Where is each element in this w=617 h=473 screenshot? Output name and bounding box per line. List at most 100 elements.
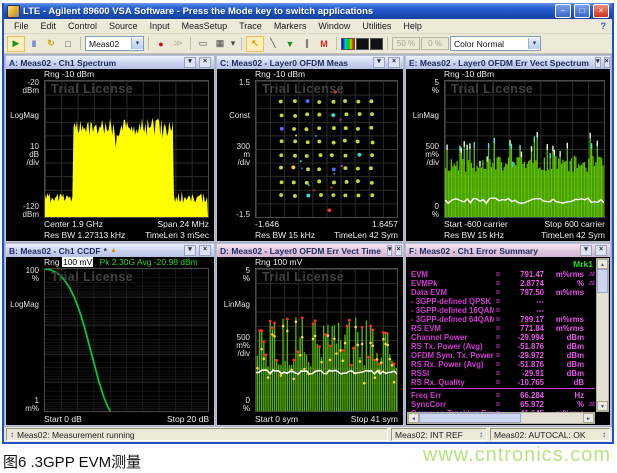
panel-e-titlebar[interactable]: E: Meas02 - Layer0 OFDM Err Vect Spectru… <box>406 56 610 69</box>
error-summary-row: Data EVM = 797.50 m%rms <box>411 288 595 297</box>
pin-icon[interactable]: ▾ <box>184 245 196 256</box>
threshold-field[interactable]: 0 % <box>421 37 449 50</box>
scrollbar-thumb[interactable] <box>419 413 521 423</box>
menu-item[interactable]: File <box>8 21 35 31</box>
marker-triangle-icon[interactable]: ▼ <box>282 37 298 51</box>
ccdf-plot[interactable]: Trial License <box>44 268 209 412</box>
metric-value: -29.994 <box>502 333 544 342</box>
panel-d-titlebar[interactable]: D: Meas02 - Layer0 OFDM Err Vect Time ▾ … <box>217 244 403 257</box>
measurement-status[interactable]: ↕ Meas02: Measurement running <box>6 428 388 441</box>
err-vect-spectrum-plot[interactable]: Trial License <box>444 80 605 218</box>
menu-item[interactable]: Input <box>144 21 176 31</box>
horizontal-scrollbar[interactable]: ◄ ► <box>407 412 595 424</box>
scroll-up-icon[interactable]: ▲ <box>597 259 608 269</box>
panel-c-constellation[interactable]: C: Meas02 - Layer0 OFDM Meas ▾ × Rng -10… <box>216 55 404 242</box>
close-icon[interactable]: × <box>199 57 211 68</box>
scroll-down-icon[interactable]: ▼ <box>597 401 608 411</box>
pin-icon[interactable]: ▾ <box>580 245 592 256</box>
pin-icon[interactable]: ▾ <box>184 57 196 68</box>
title-bar[interactable]: LTE - Agilent 89600 VSA Software - Press… <box>4 3 612 19</box>
metric-value: -51.876 <box>502 342 544 351</box>
panel-a-spectrum[interactable]: A: Meas02 - Ch1 Spectrum ▾ × Rng -10 dBm… <box>5 55 215 242</box>
close-icon[interactable]: × <box>604 57 610 68</box>
spectrum-trace <box>45 81 208 217</box>
menu-item[interactable]: Source <box>103 21 144 31</box>
close-icon[interactable]: × <box>395 245 401 256</box>
panel-c-titlebar[interactable]: C: Meas02 - Layer0 OFDM Meas ▾ × <box>217 56 403 69</box>
warning-icon: ▲ <box>110 247 117 254</box>
constellation-dots <box>256 81 397 217</box>
pause-icon[interactable]: ‖ <box>26 37 42 51</box>
reference-status[interactable]: Meas02: INT REF ↕ <box>391 428 487 441</box>
menu-item[interactable]: Help <box>397 21 428 31</box>
scroll-left-icon[interactable]: ◄ <box>408 413 419 423</box>
metric-value: 65.972 <box>502 400 544 409</box>
minimize-button[interactable]: – <box>555 4 571 18</box>
autocal-status[interactable]: Meas02: AUTOCAL: OK ↕ <box>490 428 610 441</box>
spinner-icon[interactable]: ↕ <box>479 430 483 439</box>
metric-label: RSSI <box>411 369 494 378</box>
panel-f-error-summary[interactable]: F: Meas02 - Ch1 Error Summary ▾ × Mrk1 E… <box>405 243 611 426</box>
range-readout: Rng -10 dBm <box>44 69 210 80</box>
scroll-right-icon[interactable]: ► <box>583 413 594 423</box>
menu-item[interactable]: Control <box>62 21 103 31</box>
background-color-icon[interactable] <box>356 38 369 50</box>
err-vect-time-plot[interactable]: Trial License <box>255 268 398 412</box>
spectrum-plot[interactable]: Trial License <box>44 80 209 218</box>
menu-item[interactable]: Window <box>312 21 356 31</box>
pin-icon[interactable]: ▾ <box>373 57 385 68</box>
layout-single-icon[interactable]: ▭ <box>195 37 211 51</box>
ccdf-curve <box>45 269 208 411</box>
menu-item[interactable]: Edit <box>35 21 63 31</box>
panel-f-titlebar[interactable]: F: Meas02 - Ch1 Error Summary ▾ × <box>406 244 610 257</box>
pin-icon[interactable]: ▾ <box>387 245 393 256</box>
intensity-field[interactable]: 50 % <box>392 37 420 50</box>
single-sweep-icon[interactable]: □ <box>60 37 76 51</box>
help-icon[interactable]: ? <box>601 21 609 31</box>
menu-item[interactable]: Utilities <box>356 21 397 31</box>
error-summary-row: RS Rx. Power (Avg) = -51.876 dBm <box>411 360 595 369</box>
panel-a-titlebar[interactable]: A: Meas02 - Ch1 Spectrum ▾ × <box>6 56 214 69</box>
panel-b-titlebar[interactable]: B: Meas02 - Ch1 CCDF * ▲ ▾ × <box>6 244 214 257</box>
metric-unit: dB <box>544 378 584 387</box>
marker-bars-icon[interactable]: ∥ <box>299 37 315 51</box>
close-icon[interactable]: × <box>595 245 607 256</box>
close-button[interactable]: × <box>593 4 609 18</box>
panel-e-err-vect-spectrum[interactable]: E: Meas02 - Layer0 OFDM Err Vect Spectru… <box>405 55 611 242</box>
pointer-icon[interactable]: ↖ <box>246 36 264 52</box>
color-mode-select[interactable]: Color Normal ▾ <box>450 36 541 51</box>
replay-icon[interactable]: ≫ <box>170 37 186 51</box>
metric-unit: Hz <box>544 391 584 400</box>
menu-item[interactable]: Trace <box>233 21 268 31</box>
vertical-scrollbar[interactable]: ▲ ▼ <box>596 258 609 412</box>
pin-icon[interactable]: ▾ <box>595 57 601 68</box>
panel-d-err-vect-time[interactable]: D: Meas02 - Layer0 OFDM Err Vect Time ▾ … <box>216 243 404 426</box>
marker-coupled-icon[interactable]: M <box>316 37 332 51</box>
record-icon[interactable]: ● <box>153 37 169 51</box>
layout-dropdown-icon[interactable]: ▾ <box>229 37 237 51</box>
play-icon[interactable]: ▶ <box>7 36 25 52</box>
menu-bar: FileEditControlSourceInputMeasSetupTrace… <box>4 19 612 34</box>
foreground-color-icon[interactable] <box>370 38 383 50</box>
err-vect-time-trace <box>256 269 397 411</box>
close-icon[interactable]: × <box>388 57 400 68</box>
menu-item[interactable]: Markers <box>268 21 313 31</box>
close-icon[interactable]: × <box>199 245 211 256</box>
panel-b-ccdf[interactable]: B: Meas02 - Ch1 CCDF * ▲ ▾ × Rng 100 mV … <box>5 243 215 426</box>
constellation-plot[interactable]: Trial License <box>255 80 398 218</box>
measurement-select[interactable]: Meas02 ▾ <box>85 36 144 51</box>
spinner-icon[interactable]: ↕ <box>602 430 606 439</box>
spinner-icon[interactable]: ↕ <box>10 430 14 439</box>
restart-icon[interactable]: ↻ <box>43 37 59 51</box>
maximize-button[interactable]: □ <box>574 4 590 18</box>
trial-license-watermark: Trial License <box>51 270 133 284</box>
scrollbar-thumb[interactable] <box>597 269 608 293</box>
layout-grid-icon[interactable]: ▦ <box>212 37 228 51</box>
colormap-icon[interactable] <box>341 38 355 50</box>
range-value-highlight: 100 mV <box>62 257 93 267</box>
metric-label: EVMPk <box>411 279 494 288</box>
marker-slope-icon[interactable]: ╲ <box>265 37 281 51</box>
metric-unit: m%rms <box>544 270 584 279</box>
metric-unit: m%rms <box>544 288 584 297</box>
menu-item[interactable]: MeasSetup <box>176 21 234 31</box>
